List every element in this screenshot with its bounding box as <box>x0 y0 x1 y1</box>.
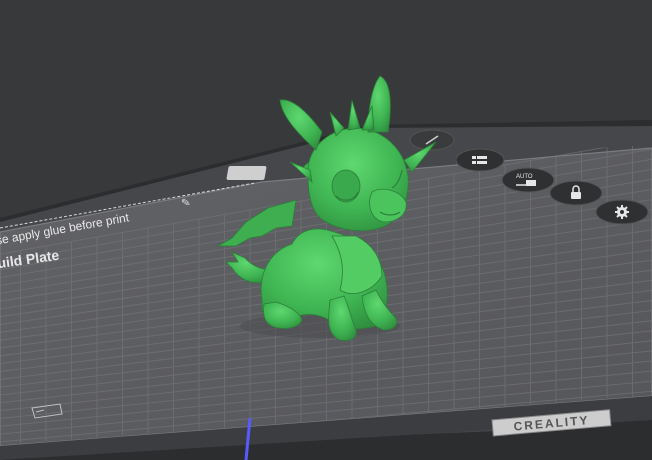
arrange-button[interactable] <box>455 148 505 172</box>
plate-tab[interactable] <box>226 166 267 180</box>
dragon-eye <box>331 169 361 203</box>
svg-text:AUTO: AUTO <box>516 174 533 180</box>
gear-icon <box>615 205 629 219</box>
lock-button[interactable] <box>549 180 603 206</box>
viewport-3d[interactable]: Please apply glue before print ✎ Build P… <box>0 0 652 460</box>
settings-button[interactable] <box>595 199 649 225</box>
auto-orient-button[interactable]: AUTO <box>501 167 555 193</box>
